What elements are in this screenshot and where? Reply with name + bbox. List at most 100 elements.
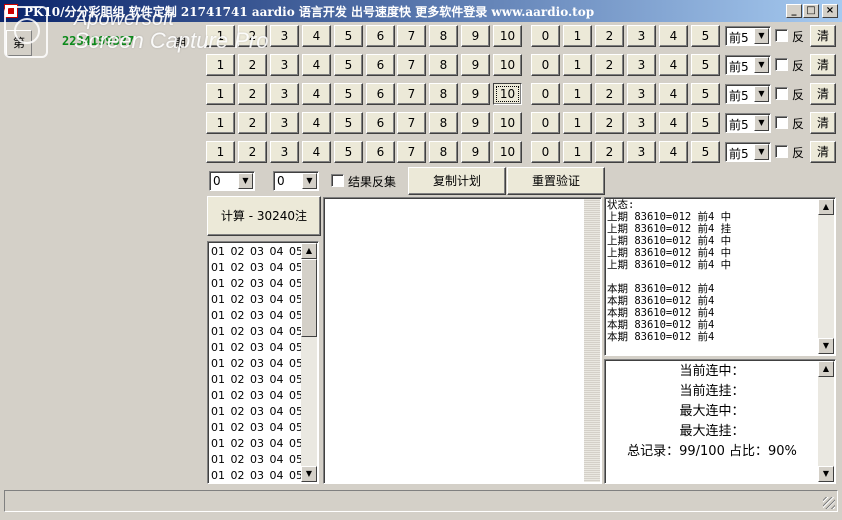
row-3-number-10-button[interactable]: 10	[493, 83, 522, 105]
row-4-number-1-button[interactable]: 1	[206, 112, 235, 134]
row-4-number-2-button[interactable]: 2	[238, 112, 267, 134]
row-4-digit-1-button[interactable]: 1	[563, 112, 592, 134]
row-4-position-select[interactable]: 前5 ▼	[725, 113, 771, 133]
row-1-number-4-button[interactable]: 4	[302, 25, 331, 47]
row-1-digit-3-button[interactable]: 3	[627, 25, 656, 47]
row-5-digit-3-button[interactable]: 3	[627, 141, 656, 163]
row-2-reverse-checkbox[interactable]	[775, 58, 788, 71]
row-3-digit-0-button[interactable]: 0	[531, 83, 560, 105]
row-3-number-1-button[interactable]: 1	[206, 83, 235, 105]
row-2-digit-5-button[interactable]: 5	[691, 54, 720, 76]
row-4-number-6-button[interactable]: 6	[366, 112, 395, 134]
chevron-down-icon[interactable]: ▼	[754, 28, 769, 44]
row-2-number-8-button[interactable]: 8	[429, 54, 458, 76]
row-4-number-3-button[interactable]: 3	[270, 112, 299, 134]
row-1-digit-0-button[interactable]: 0	[531, 25, 560, 47]
row-1-digit-2-button[interactable]: 2	[595, 25, 624, 47]
row-2-number-3-button[interactable]: 3	[270, 54, 299, 76]
row-5-number-7-button[interactable]: 7	[397, 141, 426, 163]
row-2-clear-button[interactable]: 清	[810, 54, 836, 76]
row-3-digit-2-button[interactable]: 2	[595, 83, 624, 105]
copy-plan-button[interactable]: 复制计划	[408, 167, 506, 195]
row-2-digit-4-button[interactable]: 4	[659, 54, 688, 76]
row-1-reverse-checkbox[interactable]	[775, 29, 788, 42]
row-5-number-10-button[interactable]: 10	[493, 141, 522, 163]
row-3-position-select[interactable]: 前5 ▼	[725, 84, 771, 104]
row-5-number-1-button[interactable]: 1	[206, 141, 235, 163]
select-count-2[interactable]: 0 ▼	[273, 171, 319, 191]
row-2-number-1-button[interactable]: 1	[206, 54, 235, 76]
row-3-digit-5-button[interactable]: 5	[691, 83, 720, 105]
result-reverse-checkbox[interactable]	[331, 174, 344, 187]
row-3-number-3-button[interactable]: 3	[270, 83, 299, 105]
resize-grip-icon[interactable]	[823, 497, 835, 509]
row-5-digit-5-button[interactable]: 5	[691, 141, 720, 163]
row-2-number-4-button[interactable]: 4	[302, 54, 331, 76]
row-2-number-2-button[interactable]: 2	[238, 54, 267, 76]
row-3-number-4-button[interactable]: 4	[302, 83, 331, 105]
row-3-number-5-button[interactable]: 5	[334, 83, 363, 105]
row-5-number-3-button[interactable]: 3	[270, 141, 299, 163]
scroll-down-icon[interactable]: ▼	[818, 466, 834, 482]
row-1-number-3-button[interactable]: 3	[270, 25, 299, 47]
row-4-digit-2-button[interactable]: 2	[595, 112, 624, 134]
row-2-number-10-button[interactable]: 10	[493, 54, 522, 76]
maximize-button[interactable]: □	[803, 4, 819, 18]
chevron-down-icon[interactable]: ▼	[754, 115, 769, 131]
row-2-number-6-button[interactable]: 6	[366, 54, 395, 76]
row-4-number-5-button[interactable]: 5	[334, 112, 363, 134]
combination-list[interactable]: 01 02 03 04 05 01 02 03 04 05 01 02 03 04 …	[207, 241, 319, 484]
app-icon[interactable]	[4, 4, 18, 18]
chevron-down-icon[interactable]: ▼	[754, 144, 769, 160]
row-1-number-5-button[interactable]: 5	[334, 25, 363, 47]
row-3-digit-3-button[interactable]: 3	[627, 83, 656, 105]
scroll-up-icon[interactable]: ▲	[301, 243, 317, 259]
row-4-digit-4-button[interactable]: 4	[659, 112, 688, 134]
row-2-number-5-button[interactable]: 5	[334, 54, 363, 76]
chevron-down-icon[interactable]: ▼	[754, 57, 769, 73]
row-3-number-7-button[interactable]: 7	[397, 83, 426, 105]
chevron-down-icon[interactable]: ▼	[754, 86, 769, 102]
status-scrollbar[interactable]: ▲ ▼	[818, 199, 834, 354]
title-bar[interactable]: PK10/分分彩胆组 软件定制 21741741 aardio 语言开发 出号速…	[0, 0, 842, 22]
row-5-digit-0-button[interactable]: 0	[531, 141, 560, 163]
row-5-number-4-button[interactable]: 4	[302, 141, 331, 163]
row-4-number-7-button[interactable]: 7	[397, 112, 426, 134]
row-3-digit-4-button[interactable]: 4	[659, 83, 688, 105]
row-1-number-10-button[interactable]: 10	[493, 25, 522, 47]
row-4-digit-3-button[interactable]: 3	[627, 112, 656, 134]
row-5-reverse-checkbox[interactable]	[775, 145, 788, 158]
row-5-number-5-button[interactable]: 5	[334, 141, 363, 163]
row-5-number-6-button[interactable]: 6	[366, 141, 395, 163]
row-2-position-select[interactable]: 前5 ▼	[725, 55, 771, 75]
row-4-reverse-checkbox[interactable]	[775, 116, 788, 129]
row-4-clear-button[interactable]: 清	[810, 112, 836, 134]
compute-button[interactable]: 计算 - 30240注	[207, 196, 321, 236]
row-4-number-8-button[interactable]: 8	[429, 112, 458, 134]
row-4-number-4-button[interactable]: 4	[302, 112, 331, 134]
row-4-digit-0-button[interactable]: 0	[531, 112, 560, 134]
scroll-up-icon[interactable]: ▲	[818, 199, 834, 215]
row-1-number-1-button[interactable]: 1	[206, 25, 235, 47]
row-4-number-9-button[interactable]: 9	[461, 112, 490, 134]
plan-output-area[interactable]	[323, 197, 602, 484]
row-5-digit-1-button[interactable]: 1	[563, 141, 592, 163]
row-5-position-select[interactable]: 前5 ▼	[725, 142, 771, 162]
select-count-1[interactable]: 0 ▼	[209, 171, 255, 191]
plan-scrollbar[interactable]	[584, 199, 600, 482]
row-5-number-8-button[interactable]: 8	[429, 141, 458, 163]
combination-scrollbar[interactable]: ▲ ▼	[301, 243, 317, 482]
row-2-digit-1-button[interactable]: 1	[563, 54, 592, 76]
row-1-number-8-button[interactable]: 8	[429, 25, 458, 47]
row-3-reverse-checkbox[interactable]	[775, 87, 788, 100]
row-1-digit-4-button[interactable]: 4	[659, 25, 688, 47]
row-5-number-9-button[interactable]: 9	[461, 141, 490, 163]
row-3-number-6-button[interactable]: 6	[366, 83, 395, 105]
row-4-number-10-button[interactable]: 10	[493, 112, 522, 134]
row-5-digit-2-button[interactable]: 2	[595, 141, 624, 163]
chevron-down-icon[interactable]: ▼	[302, 173, 317, 189]
row-2-digit-2-button[interactable]: 2	[595, 54, 624, 76]
row-1-clear-button[interactable]: 清	[810, 25, 836, 47]
row-2-number-7-button[interactable]: 7	[397, 54, 426, 76]
row-1-digit-1-button[interactable]: 1	[563, 25, 592, 47]
